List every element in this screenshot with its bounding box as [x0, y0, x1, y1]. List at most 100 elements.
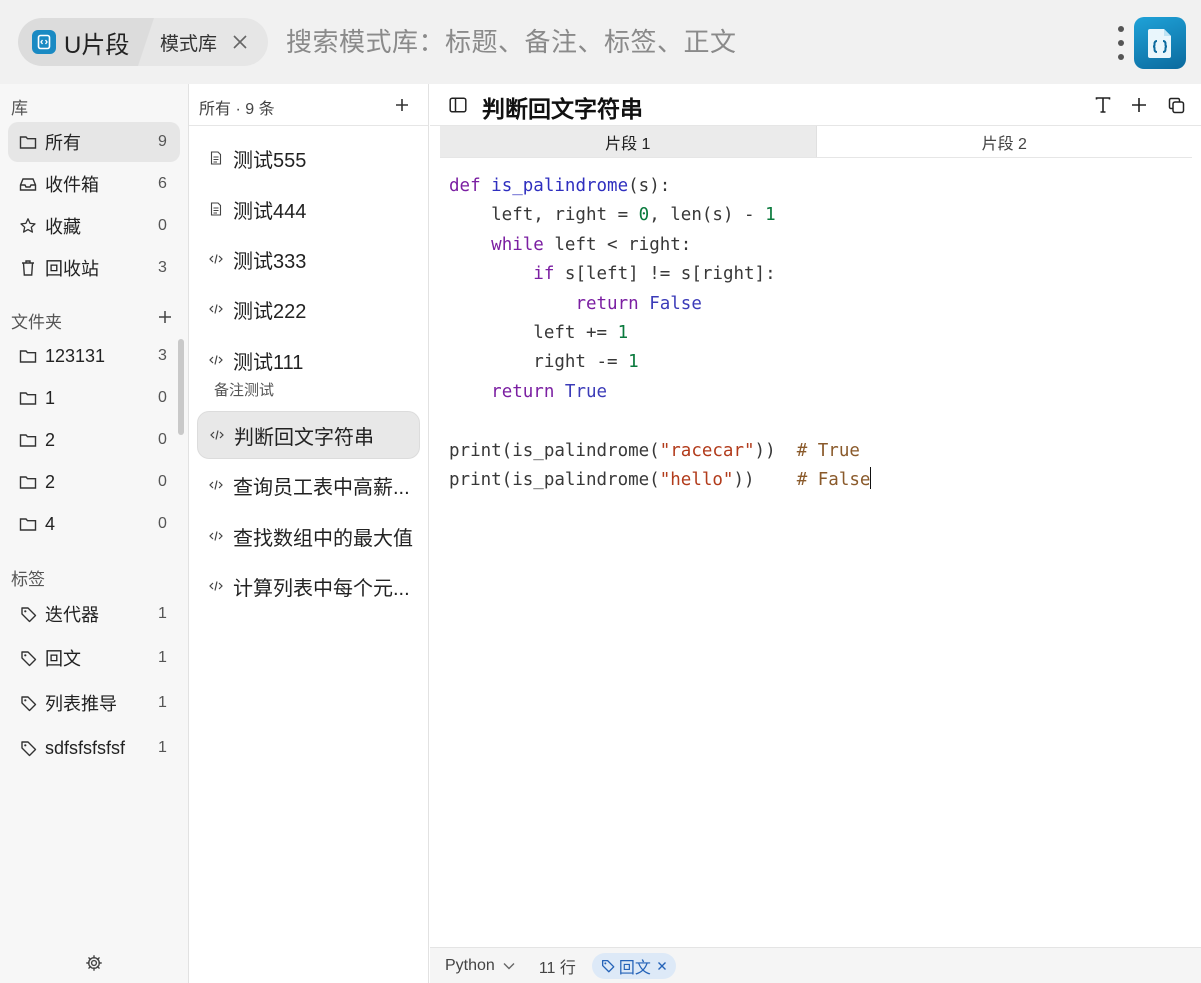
- sidebar: 库 所有 9 收件箱 6 收藏 0 回收站 3 文件夹 123131 3 1 0…: [0, 84, 189, 983]
- tag-icon: [601, 959, 615, 973]
- snippet-title: 测试444: [233, 200, 307, 223]
- sidebar-tag[interactable]: 迭代器 1: [8, 594, 180, 634]
- fragment-tabs: 片段 1 片段 2: [440, 126, 1192, 158]
- snippet-title: 测试555: [233, 149, 307, 172]
- language-label: Python: [445, 956, 495, 974]
- code-line[interactable]: return False: [449, 290, 871, 319]
- star-icon: [18, 216, 38, 236]
- code-line[interactable]: if s[left] != s[right]:: [449, 260, 871, 289]
- tab-fragment-1[interactable]: 片段 1: [440, 126, 816, 157]
- sidebar-folder[interactable]: 2 0: [8, 420, 180, 460]
- sidebar-toggle-icon[interactable]: [447, 94, 469, 116]
- folder-icon: [18, 514, 38, 534]
- code-line[interactable]: while left < right:: [449, 231, 871, 260]
- folder-label: 1: [45, 387, 56, 408]
- tab-fragment-2[interactable]: 片段 2: [815, 126, 1193, 157]
- sidebar-tag[interactable]: 回文 1: [8, 638, 180, 678]
- folders-section-title: 文件夹: [11, 313, 62, 332]
- code-line[interactable]: print(is_palindrome("racecar")) # True: [449, 437, 871, 466]
- code-icon: [209, 529, 223, 543]
- sidebar-item-label: 所有: [45, 133, 81, 153]
- library-section-title: 库: [11, 99, 28, 118]
- sidebar-tag[interactable]: sdfsfsfsfsf 1: [8, 728, 180, 768]
- snippet-title: 测试333: [233, 250, 307, 273]
- snippet-item[interactable]: 测试333: [197, 235, 420, 283]
- snippet-item[interactable]: 测试222: [197, 285, 420, 333]
- code-icon: [209, 353, 223, 367]
- snippet-list: 所有 · 9 条 测试555 测试444 测试333 测试222 测试111 备…: [189, 84, 429, 983]
- sidebar-tag[interactable]: 列表推导 1: [8, 683, 180, 723]
- document-icon: [209, 202, 223, 216]
- snippet-title: 计算列表中每个元...: [233, 577, 410, 600]
- line-count: 11 行: [538, 959, 576, 977]
- add-snippet-icon[interactable]: [391, 94, 413, 116]
- sidebar-item-trash[interactable]: 回收站 3: [8, 248, 180, 288]
- snippet-title-heading[interactable]: 判断回文字符串: [482, 90, 643, 124]
- folder-icon: [18, 346, 38, 366]
- folder-count: 0: [158, 431, 167, 448]
- app-name: U片段: [64, 31, 130, 59]
- folder-count: 3: [158, 347, 167, 364]
- text-format-icon[interactable]: [1092, 94, 1114, 116]
- code-icon: [209, 579, 223, 593]
- sidebar-folder[interactable]: 4 0: [8, 504, 180, 544]
- brand-logo-icon[interactable]: [1134, 17, 1186, 69]
- more-menu-icon[interactable]: [1114, 26, 1128, 60]
- sidebar-folder[interactable]: 2 0: [8, 462, 180, 502]
- library-breadcrumb[interactable]: 模式库: [138, 18, 268, 66]
- tag-chip[interactable]: 回文: [591, 952, 676, 979]
- add-fragment-icon[interactable]: [1128, 94, 1150, 116]
- code-line[interactable]: return True: [449, 378, 871, 407]
- tag-count: 1: [158, 739, 167, 756]
- trash-icon: [18, 258, 38, 278]
- snippet-item[interactable]: 测试444: [197, 185, 420, 233]
- chevron-down-icon: [503, 962, 515, 970]
- sidebar-item-inbox[interactable]: 收件箱 6: [8, 164, 180, 204]
- tag-icon: [18, 738, 38, 758]
- sidebar-item-count: 6: [158, 175, 167, 192]
- copy-icon[interactable]: [1165, 94, 1187, 116]
- code-line[interactable]: right -= 1: [449, 348, 871, 377]
- snippet-item[interactable]: 测试555: [197, 134, 420, 182]
- snippet-item[interactable]: 计算列表中每个元...: [197, 562, 420, 610]
- sidebar-folder[interactable]: 1 0: [8, 378, 180, 418]
- tag-label: 列表推导: [45, 694, 117, 714]
- snippet-title: 测试111: [233, 351, 304, 374]
- snippet-list-header: 所有 · 9 条: [189, 84, 428, 126]
- close-library-icon[interactable]: [229, 31, 251, 53]
- language-selector[interactable]: Python: [445, 957, 515, 975]
- tag-count: 1: [158, 694, 167, 711]
- search-input[interactable]: 搜索模式库：标题、备注、标签、正文: [286, 22, 737, 59]
- code-icon: [210, 428, 224, 442]
- snippet-item[interactable]: 测试111: [197, 336, 420, 384]
- text-caret: [870, 466, 872, 489]
- sidebar-item-label: 收件箱: [45, 175, 99, 195]
- snippet-item-selected[interactable]: 判断回文字符串: [197, 411, 420, 459]
- tag-label: 迭代器: [45, 605, 99, 625]
- add-folder-icon[interactable]: [154, 306, 176, 328]
- snippet-title: 测试222: [233, 300, 307, 323]
- code-editor[interactable]: def is_palindrome(s): left, right = 0, l…: [449, 172, 872, 495]
- code-line[interactable]: [449, 407, 871, 436]
- folder-label: 2: [45, 429, 56, 450]
- code-line[interactable]: left += 1: [449, 319, 871, 348]
- code-line[interactable]: left, right = 0, len(s) - 1: [449, 201, 871, 230]
- code-line[interactable]: def is_palindrome(s):: [449, 172, 871, 201]
- folder-label: 123131: [45, 345, 106, 366]
- document-icon: [209, 151, 223, 165]
- inbox-icon: [18, 174, 38, 194]
- folder-count: 0: [158, 389, 167, 406]
- sidebar-item-all[interactable]: 所有 9: [8, 122, 180, 162]
- code-line[interactable]: print(is_palindrome("hello")) # False: [449, 466, 872, 495]
- code-icon: [209, 252, 223, 266]
- sidebar-item-favorites[interactable]: 收藏 0: [8, 206, 180, 246]
- snippet-item[interactable]: 查询员工表中高薪...: [197, 461, 420, 509]
- tag-count: 1: [158, 605, 167, 622]
- folder-icon: [18, 472, 38, 492]
- remove-tag-icon[interactable]: [657, 961, 667, 971]
- folder-label: 2: [45, 471, 56, 492]
- sidebar-folder[interactable]: 123131 3: [8, 336, 180, 376]
- tag-count: 1: [158, 649, 167, 666]
- settings-gear-icon[interactable]: [84, 953, 104, 973]
- snippet-item[interactable]: 查找数组中的最大值: [197, 512, 420, 560]
